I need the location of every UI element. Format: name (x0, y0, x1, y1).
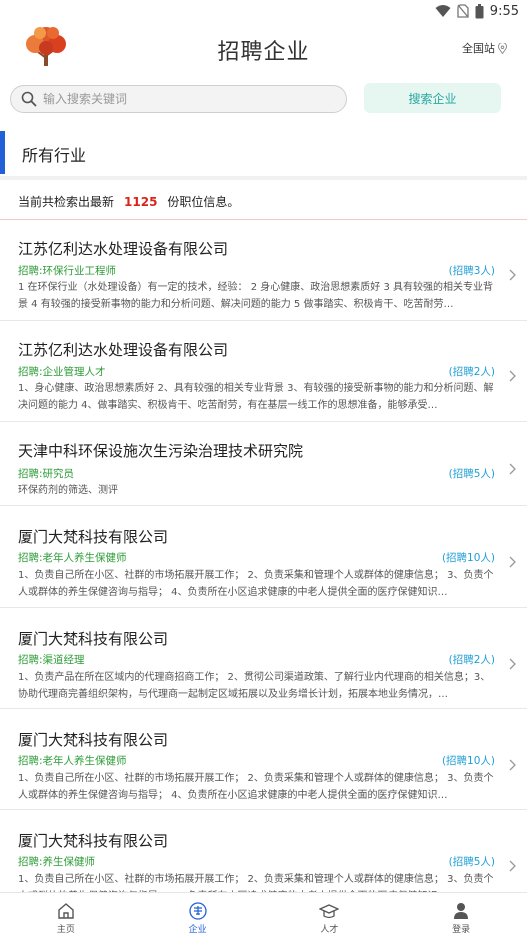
hiring-count: (招聘5人) (448, 468, 495, 480)
talent-icon (319, 904, 340, 919)
chevron-right-icon (509, 269, 516, 281)
hiring-count: (招聘10人) (441, 552, 495, 564)
company-name: 厦门大梵科技有限公司 (18, 630, 169, 648)
industry-section[interactable]: 所有行业 (0, 131, 527, 174)
site-selector[interactable]: 全国站 (462, 40, 507, 56)
result-count-line: 当前共检索出最新 1125 份职位信息。 (18, 193, 239, 210)
section-accent (0, 131, 5, 174)
chevron-right-icon (509, 658, 516, 670)
chevron-right-icon (509, 463, 516, 475)
chevron-right-icon (509, 759, 516, 771)
nav-company-label: 企业 (188, 925, 207, 935)
company-name: 厦门大梵科技有限公司 (18, 731, 169, 749)
chevron-right-icon (509, 556, 516, 568)
job-list-item[interactable]: 天津中科环保设施次生污染治理技术研究院 招聘:研究员 (招聘5人) 环保药剂的筛… (0, 422, 527, 506)
header: 招聘企业 全国站 (0, 24, 527, 76)
user-icon (454, 903, 469, 919)
job-list-item[interactable]: 厦门大梵科技有限公司 招聘:老年人养生保健师 (招聘10人) 1、负责自己所在小… (0, 709, 527, 810)
nav-talent-label: 人才 (320, 925, 339, 935)
battery-icon (475, 3, 484, 18)
job-position: 招聘:渠道经理 (18, 654, 85, 666)
nav-talent[interactable]: 人才 (264, 893, 396, 938)
company-name: 江苏亿利达水处理设备有限公司 (18, 240, 229, 258)
home-icon (58, 903, 74, 919)
nav-home-label: 主页 (56, 925, 75, 935)
company-icon (188, 902, 207, 920)
job-list-item[interactable]: 厦门大梵科技有限公司 招聘:渠道经理 (招聘2人) 1、负责产品在所在区域内的代… (0, 608, 527, 709)
nav-company[interactable]: 企业 (132, 893, 264, 938)
location-pin-icon (498, 42, 507, 54)
chevron-right-icon (509, 370, 516, 382)
job-description: 1、身心健康、政治思想素质好 2、具有较强的相关专业背景 3、有较强的接受新事物… (18, 383, 494, 411)
search-icon (21, 91, 37, 107)
job-description: 1、负责自己所在小区、社群的市场拓展开展工作； 2、负责采集和管理个人或群体的健… (18, 773, 494, 801)
bottom-nav: 主页 企业 人才 登录 (0, 892, 527, 938)
job-list-item[interactable]: 厦门大梵科技有限公司 招聘:老年人养生保健师 (招聘10人) 1、负责自己所在小… (0, 506, 527, 608)
chevron-right-icon (509, 860, 516, 872)
job-description: 环保药剂的筛选、测评 (18, 485, 118, 496)
search-box[interactable] (10, 85, 347, 113)
nav-login[interactable]: 登录 (395, 893, 527, 938)
site-label: 全国站 (462, 42, 495, 55)
hiring-count: (招聘2人) (448, 366, 495, 378)
result-prefix: 当前共检索出最新 (18, 195, 115, 209)
company-name: 天津中科环保设施次生污染治理技术研究院 (18, 442, 304, 460)
hiring-count: (招聘3人) (448, 265, 495, 277)
status-bar: 9:55 (0, 0, 527, 24)
nav-home[interactable]: 主页 (0, 893, 132, 938)
job-description: 1、负责产品在所在区域内的代理商招商工作； 2、贯彻公司渠道政策、了解行业内代理… (18, 672, 491, 700)
job-description: 1、负责自己所在小区、社群的市场拓展开展工作； 2、负责采集和管理个人或群体的健… (18, 874, 494, 892)
company-name: 江苏亿利达水处理设备有限公司 (18, 341, 229, 359)
nav-login-label: 登录 (452, 925, 471, 935)
hiring-count: (招聘2人) (448, 654, 495, 666)
hiring-count: (招聘5人) (448, 856, 495, 868)
section-title: 所有行业 (22, 146, 87, 165)
divider (0, 176, 527, 180)
job-position: 招聘:研究员 (18, 468, 75, 480)
job-position: 招聘:老年人养生保健师 (18, 755, 127, 767)
result-count: 1125 (124, 195, 158, 209)
job-list-item[interactable]: 厦门大梵科技有限公司 招聘:养生保健师 (招聘5人) 1、负责自己所在小区、社群… (0, 810, 527, 892)
search-input[interactable] (43, 92, 323, 106)
job-position: 招聘:环保行业工程师 (18, 265, 117, 277)
status-time: 9:55 (489, 3, 519, 19)
job-position: 招聘:企业管理人才 (18, 366, 106, 378)
no-sim-icon (457, 4, 469, 18)
job-list-item[interactable]: 江苏亿利达水处理设备有限公司 招聘:环保行业工程师 (招聘3人) 1 在环保行业… (0, 220, 527, 321)
job-position: 招聘:老年人养生保健师 (18, 552, 127, 564)
company-name: 厦门大梵科技有限公司 (18, 832, 169, 850)
job-description: 1、负责自己所在小区、社群的市场拓展开展工作； 2、负责采集和管理个人或群体的健… (18, 570, 494, 598)
job-description: 1 在环保行业（水处理设备）有一定的技术，经验： 2 身心健康、政治思想素质好 … (18, 282, 493, 310)
wifi-icon (435, 5, 451, 17)
search-company-button[interactable]: 搜索企业 (364, 83, 501, 113)
hiring-count: (招聘10人) (441, 755, 495, 767)
company-name: 厦门大梵科技有限公司 (18, 528, 169, 546)
status-icons: 9:55 (435, 2, 519, 20)
job-list-item[interactable]: 江苏亿利达水处理设备有限公司 招聘:企业管理人才 (招聘2人) 1、身心健康、政… (0, 321, 527, 422)
page-title: 招聘企业 (217, 40, 310, 65)
result-suffix: 份职位信息。 (167, 195, 240, 209)
job-position: 招聘:养生保健师 (18, 856, 96, 868)
